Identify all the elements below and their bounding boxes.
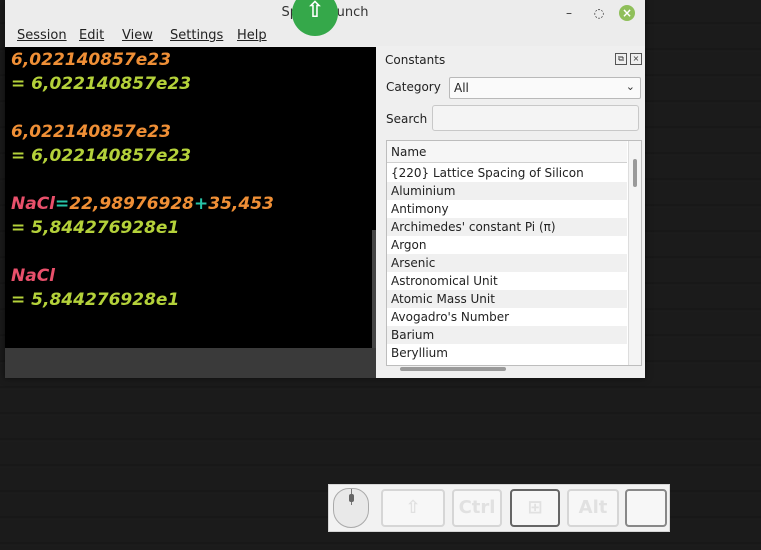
search-label: Search <box>386 112 428 126</box>
list-item[interactable]: {220} Lattice Spacing of Silicon <box>387 164 627 182</box>
expression-line: 6,022140857e23 <box>11 122 171 142</box>
key-super: ⊞ <box>510 489 560 527</box>
expression-token: 6,022140857e23 <box>11 122 171 142</box>
result-line: = 6,022140857e23 <box>11 146 191 166</box>
expression-token: = <box>55 194 70 214</box>
list-item[interactable]: Argon <box>387 236 627 254</box>
overlay-glyph: ⇧ <box>305 0 325 23</box>
expression-line: 6,022140857e23 <box>11 50 171 70</box>
expression-line: NaCl=22,98976928+35,453 <box>11 194 274 214</box>
maximize-icon[interactable]: ◌ <box>591 5 607 21</box>
menu-settings[interactable]: Settings <box>170 28 223 43</box>
key-blank <box>625 489 667 527</box>
column-header-name[interactable]: Name <box>387 141 627 163</box>
list-vertical-scrollbar[interactable] <box>628 141 641 365</box>
result-prefix: = <box>11 290 32 310</box>
category-select[interactable]: All ⌄ <box>449 77 641 99</box>
menu-session[interactable]: Session <box>17 28 67 43</box>
session-display[interactable]: 6,022140857e23 = 6,022140857e23 6,022140… <box>5 47 376 348</box>
session-scrollbar[interactable] <box>372 230 376 348</box>
list-item[interactable]: Atomic Mass Unit <box>387 290 627 308</box>
speedcrunch-window: SpeedCrunch – ◌ × Session Edit View Sett… <box>5 0 645 378</box>
float-icon[interactable]: ⧉ <box>615 53 627 65</box>
search-input[interactable] <box>432 105 639 131</box>
category-value: All <box>454 81 469 95</box>
key-shift: ⇧ <box>381 489 445 527</box>
list-item[interactable]: Astronomical Unit <box>387 272 627 290</box>
list-item[interactable]: Beryllium <box>387 344 627 362</box>
category-label: Category <box>386 80 441 94</box>
expression-editor[interactable] <box>5 348 376 378</box>
list-item[interactable]: Barium <box>387 326 627 344</box>
result-line: = 6,022140857e23 <box>11 74 191 94</box>
menu-help[interactable]: Help <box>237 28 267 43</box>
list-item[interactable]: Avogadro's Number <box>387 308 627 326</box>
menu-view[interactable]: View <box>122 28 153 43</box>
result-line: = 5,844276928e1 <box>11 290 179 310</box>
list-item[interactable]: Arsenic <box>387 254 627 272</box>
expression-token: NaCl <box>11 194 56 214</box>
expression-token: + <box>194 194 209 214</box>
scroll-thumb[interactable] <box>633 159 637 187</box>
expression-token: 22,98976928 <box>69 194 195 214</box>
minimize-icon[interactable]: – <box>561 5 577 21</box>
menu-edit[interactable]: Edit <box>79 28 104 43</box>
mouse-wheel <box>349 494 354 502</box>
list-item[interactable]: Aluminium <box>387 182 627 200</box>
result-prefix: = <box>11 146 32 166</box>
close-icon[interactable]: × <box>619 5 635 21</box>
expression-token: 6,022140857e23 <box>11 50 171 70</box>
panel-title: Constants <box>385 53 446 67</box>
result-value: 6,022140857e23 <box>31 146 192 166</box>
expression-line: NaCl <box>11 266 55 286</box>
result-value: 5,844276928e1 <box>31 218 180 238</box>
key-ctrl: Ctrl <box>452 489 502 527</box>
result-value: 6,022140857e23 <box>31 74 192 94</box>
key-alt: Alt <box>567 489 619 527</box>
expression-token: NaCl <box>11 266 56 286</box>
close-icon[interactable]: × <box>630 53 642 65</box>
list-item[interactable]: Archimedes' constant Pi (π) <box>387 218 627 236</box>
result-line: = 5,844276928e1 <box>11 218 179 238</box>
mouse-icon <box>333 488 369 528</box>
chevron-down-icon: ⌄ <box>625 80 635 93</box>
result-value: 5,844276928e1 <box>31 290 180 310</box>
result-prefix: = <box>11 74 32 94</box>
key-indicator-bar: ⇧ Ctrl ⊞ Alt <box>328 484 670 532</box>
expression-token: 35,453 <box>208 194 274 214</box>
constants-list[interactable]: Name {220} Lattice Spacing of Silicon Al… <box>386 140 642 366</box>
list-horizontal-scrollbar[interactable] <box>386 365 640 373</box>
constants-panel: Constants ⧉ × Category All ⌄ Search Name… <box>377 47 645 378</box>
result-prefix: = <box>11 218 32 238</box>
list-item[interactable]: Antimony <box>387 200 627 218</box>
scroll-thumb[interactable] <box>400 367 506 371</box>
